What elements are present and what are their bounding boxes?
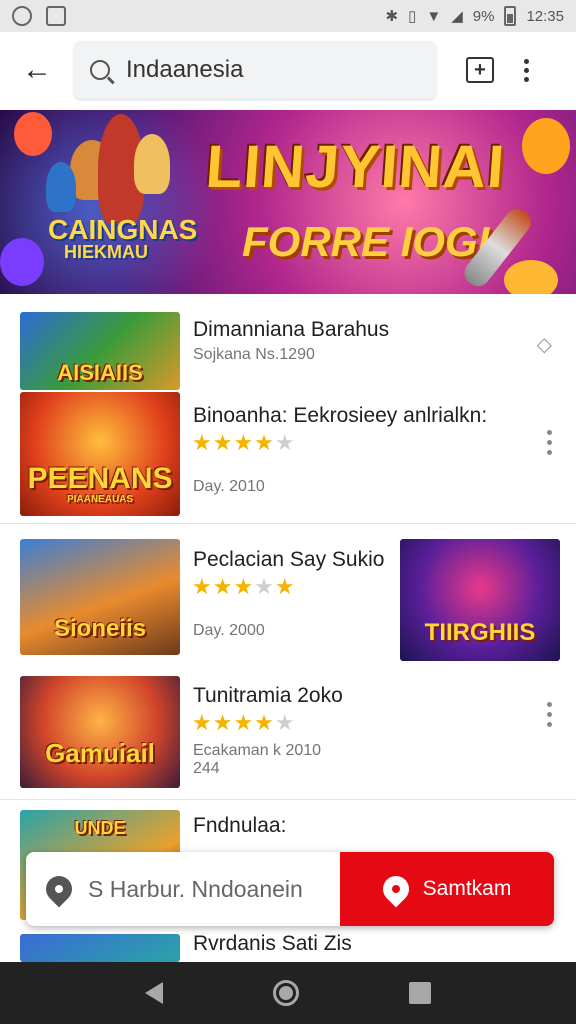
notification-icon (12, 6, 32, 26)
list-item[interactable]: AISIAIIS Dimanniana Barahus Sojkana Ns.1… (0, 296, 576, 390)
nav-back-icon[interactable] (145, 982, 163, 1004)
banner-title: LINJYINAI (203, 133, 508, 200)
image-notification-icon (46, 6, 66, 26)
list-item[interactable]: PEENANS PIAANEAUAS Binoanha: Eekrosieey … (0, 390, 576, 524)
more-options-icon[interactable] (547, 430, 552, 455)
banner-left-subtitle: HIEKMAU (64, 242, 148, 262)
new-tab-icon[interactable]: + (466, 57, 494, 83)
balloon-graphic (0, 238, 44, 286)
search-location-label: Samtkam (422, 877, 512, 900)
battery-icon (504, 6, 517, 26)
clock: 12:35 (526, 7, 564, 25)
result-title: Peclacian Say Sukio (193, 548, 385, 571)
star-rating: ★★★★★ (192, 430, 296, 455)
game-thumbnail: AISIAIIS (20, 312, 180, 390)
game-thumbnail (20, 934, 180, 962)
location-text: S Harbur. Nndoanein (88, 875, 303, 902)
star-rating: ★★★★★ (192, 710, 296, 735)
hero-character (46, 162, 76, 212)
game-thumbnail: Sioneiis (20, 539, 180, 655)
more-options-icon[interactable] (547, 702, 552, 727)
star-rating: ★★★★★ (192, 574, 296, 599)
bluetooth-icon: ✱ (385, 8, 399, 25)
search-icon (90, 60, 110, 80)
nav-home-icon[interactable] (273, 980, 299, 1006)
location-field[interactable]: S Harbur. Nndoanein (26, 852, 340, 926)
list-item[interactable]: Gamuiail Tunitramia 2oko ★★★★★ Ecakaman … (0, 666, 576, 800)
nav-recents-icon[interactable] (409, 982, 431, 1004)
balloon-graphic (522, 118, 570, 174)
status-bar: ✱ ▯ ▼ ◢ 9% 12:35 (0, 0, 576, 32)
result-title: Fndnulaa: (193, 814, 287, 837)
system-nav-bar (0, 962, 576, 1024)
hero-character (134, 134, 170, 194)
promo-banner[interactable]: CAINGNAS HIEKMAU LINJYINAI FORRE IOGI (0, 110, 576, 294)
list-item[interactable]: Sioneiis Peclacian Say Sukio ★★★★★ Day. … (0, 524, 576, 666)
result-subtitle: Day. 2000 (193, 622, 265, 639)
list-item[interactable]: Rvrdanis Sati Zis (0, 932, 576, 962)
battery-percent: 9% (472, 7, 495, 25)
signal-icon: ◢ (451, 8, 463, 25)
result-subtitle: Day. 2010 (193, 478, 265, 495)
banner-subtitle: FORRE IOGI (242, 218, 490, 265)
search-location-button[interactable]: Samtkam (340, 852, 554, 926)
result-subtitle: Ecakaman k 2010 (193, 742, 322, 759)
game-thumbnail: PEENANS PIAANEAUAS (20, 392, 180, 516)
search-input[interactable] (126, 56, 406, 84)
location-pin-icon (377, 870, 415, 908)
chevron-right-icon[interactable]: ◇ (537, 332, 552, 357)
balloon-graphic (504, 260, 558, 294)
result-subtitle-extra: 244 (193, 760, 220, 777)
side-thumbnail[interactable]: TIIRGHIIS (400, 539, 560, 661)
result-subtitle: Sojkana Ns.1290 (193, 346, 315, 363)
result-title: Tunitramia 2oko (193, 684, 343, 707)
vibrate-icon: ▯ (408, 8, 417, 25)
wifi-icon: ▼ (426, 7, 442, 25)
result-title: Dimanniana Barahus (193, 318, 390, 341)
result-title: Rvrdanis Sati Zis (193, 932, 352, 955)
location-pin-icon (40, 870, 78, 908)
game-thumbnail: Gamuiail (20, 676, 180, 788)
result-title: Binoanha: Eekrosieey anlrialkn: (193, 404, 488, 427)
balloon-graphic (14, 112, 52, 156)
location-bar: S Harbur. Nndoanein Samtkam (26, 852, 554, 926)
back-arrow-icon[interactable]: ← (0, 32, 74, 108)
search-header: ← + (0, 32, 576, 108)
search-box[interactable] (74, 41, 436, 99)
more-options-icon[interactable] (524, 58, 529, 82)
